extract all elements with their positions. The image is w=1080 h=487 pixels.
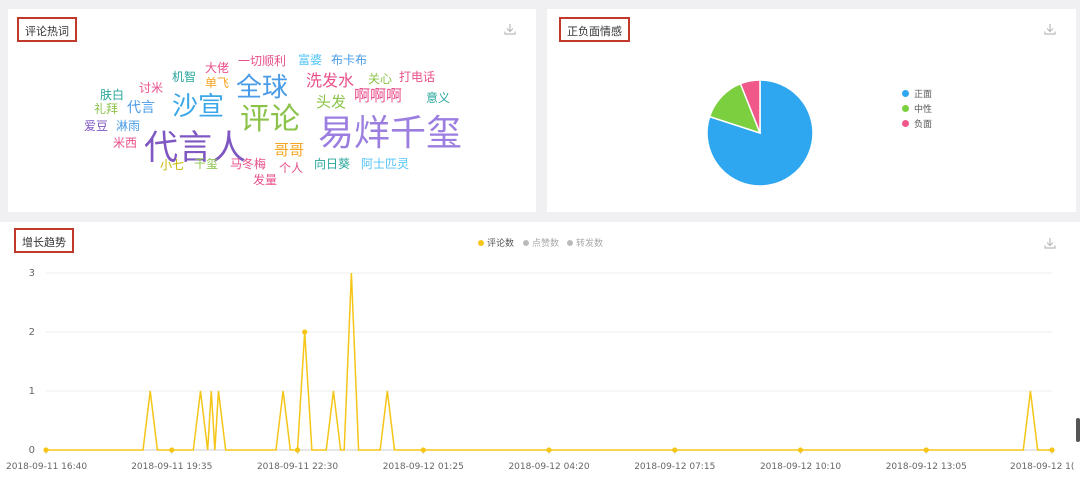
word-cloud-term: 讨米 bbox=[139, 81, 164, 95]
x-tick-label: 2018-09-11 16:40 bbox=[6, 462, 87, 472]
data-point[interactable] bbox=[43, 447, 49, 453]
word-cloud-term: 礼拜 bbox=[94, 102, 119, 116]
word-cloud-term: 淋雨 bbox=[116, 119, 141, 133]
word-cloud-term: 向日葵 bbox=[314, 157, 351, 171]
x-tick-label: 2018-09-12 04:20 bbox=[508, 462, 589, 472]
x-tick-label: 2018-09-11 22:30 bbox=[257, 462, 338, 472]
data-point[interactable] bbox=[1049, 447, 1055, 453]
x-tick-label: 2018-09-12 10:10 bbox=[760, 462, 841, 472]
data-point[interactable] bbox=[420, 447, 426, 453]
sentiment-pie-chart bbox=[706, 79, 814, 187]
word-cloud-term: 关心 bbox=[368, 72, 393, 86]
x-tick-label: 2018-09-12 07:15 bbox=[634, 462, 715, 472]
word-cloud-term: 阿士匹灵 bbox=[361, 157, 410, 171]
x-tick-label: 2018-09-11 19:35 bbox=[131, 462, 212, 472]
word-cloud-term: 意义 bbox=[426, 91, 451, 105]
pie-legend-label: 负面 bbox=[914, 120, 933, 130]
data-point[interactable] bbox=[923, 447, 929, 453]
word-cloud-term: 沙宣 bbox=[172, 92, 225, 122]
word-cloud-term: 洗发水 bbox=[306, 71, 355, 90]
word-cloud-term: 机智 bbox=[172, 70, 197, 84]
legend-dot-icon bbox=[902, 120, 909, 127]
word-cloud-term: 全球 bbox=[236, 73, 289, 103]
x-tick-label: 2018-09-12 1( bbox=[1010, 462, 1074, 472]
y-tick-label: 1 bbox=[29, 386, 35, 397]
x-tick-label: 2018-09-12 01:25 bbox=[383, 462, 464, 472]
x-tick-label: 2018-09-12 13:05 bbox=[886, 462, 967, 472]
series-line-comments bbox=[46, 272, 1052, 451]
data-point[interactable] bbox=[546, 447, 552, 453]
word-cloud-term: 代言 bbox=[127, 100, 155, 116]
word-cloud-term: 爱豆 bbox=[84, 119, 109, 133]
data-point[interactable] bbox=[169, 447, 175, 453]
word-cloud-term: 马冬梅 bbox=[230, 157, 267, 171]
word-cloud-term: 发量 bbox=[253, 173, 278, 187]
word-cloud-term: 富婆 bbox=[298, 53, 323, 67]
pie-legend-label: 中性 bbox=[914, 105, 933, 115]
trend-line-chart: 0 1 2 3 2018-09-11 16:40 2018-09-11 19:35 2018… bbox=[6, 268, 1074, 472]
word-cloud-term: 千玺 bbox=[194, 157, 219, 171]
trend-panel: 增长趋势 评论数 点赞数 转发数 0 1 2 3 2018-09-11 16:40 2018-… bbox=[0, 222, 1080, 487]
pie-legend-label: 正面 bbox=[914, 90, 933, 100]
legend-dot-icon bbox=[902, 105, 909, 112]
word-cloud-term: 米西 bbox=[113, 136, 138, 150]
y-tick-label: 0 bbox=[29, 445, 35, 456]
legend-dot-icon bbox=[902, 90, 909, 97]
word-cloud-term: 大佬 bbox=[205, 61, 230, 75]
wordcloud-panel: 评论热词 易烊千玺 评论 代言人 沙宣 全球 洗发水 啊啊啊 头发 哥哥 代言 一切顺利 富婆 布卡布大… bbox=[8, 9, 536, 212]
pie-legend-item[interactable]: 负面 bbox=[902, 119, 932, 131]
word-cloud-term: 个人 bbox=[279, 161, 304, 175]
download-icon[interactable] bbox=[503, 22, 517, 36]
pie-legend-item[interactable]: 中性 bbox=[902, 104, 932, 116]
data-point[interactable] bbox=[294, 447, 301, 453]
word-cloud-term: 哥哥 bbox=[274, 141, 305, 159]
word-cloud-term: 一切顺利 bbox=[238, 54, 287, 68]
data-point[interactable] bbox=[672, 447, 678, 453]
data-point[interactable] bbox=[797, 447, 804, 453]
scrollbar-thumb[interactable] bbox=[1076, 418, 1080, 442]
sentiment-panel: 正负面情感 正面 中性 负面 bbox=[547, 9, 1076, 212]
word-cloud-term: 单飞 bbox=[205, 76, 230, 90]
word-cloud-term: 布卡布 bbox=[331, 53, 368, 67]
word-cloud-term: 小七 bbox=[160, 158, 185, 172]
y-tick-label: 3 bbox=[29, 268, 35, 279]
word-cloud-term: 啊啊啊 bbox=[354, 86, 403, 105]
word-cloud-term: 易烊千玺 bbox=[318, 113, 463, 154]
word-cloud-term: 打电话 bbox=[399, 70, 436, 84]
word-cloud-term: 肤白 bbox=[100, 88, 125, 102]
pie-legend-item[interactable]: 正面 bbox=[902, 89, 932, 101]
data-point[interactable] bbox=[302, 329, 308, 335]
panel-title-wordcloud: 评论热词 bbox=[17, 17, 77, 42]
word-cloud-term: 评论 bbox=[240, 102, 300, 137]
word-cloud-term: 头发 bbox=[316, 93, 347, 111]
y-tick-label: 2 bbox=[29, 327, 35, 338]
